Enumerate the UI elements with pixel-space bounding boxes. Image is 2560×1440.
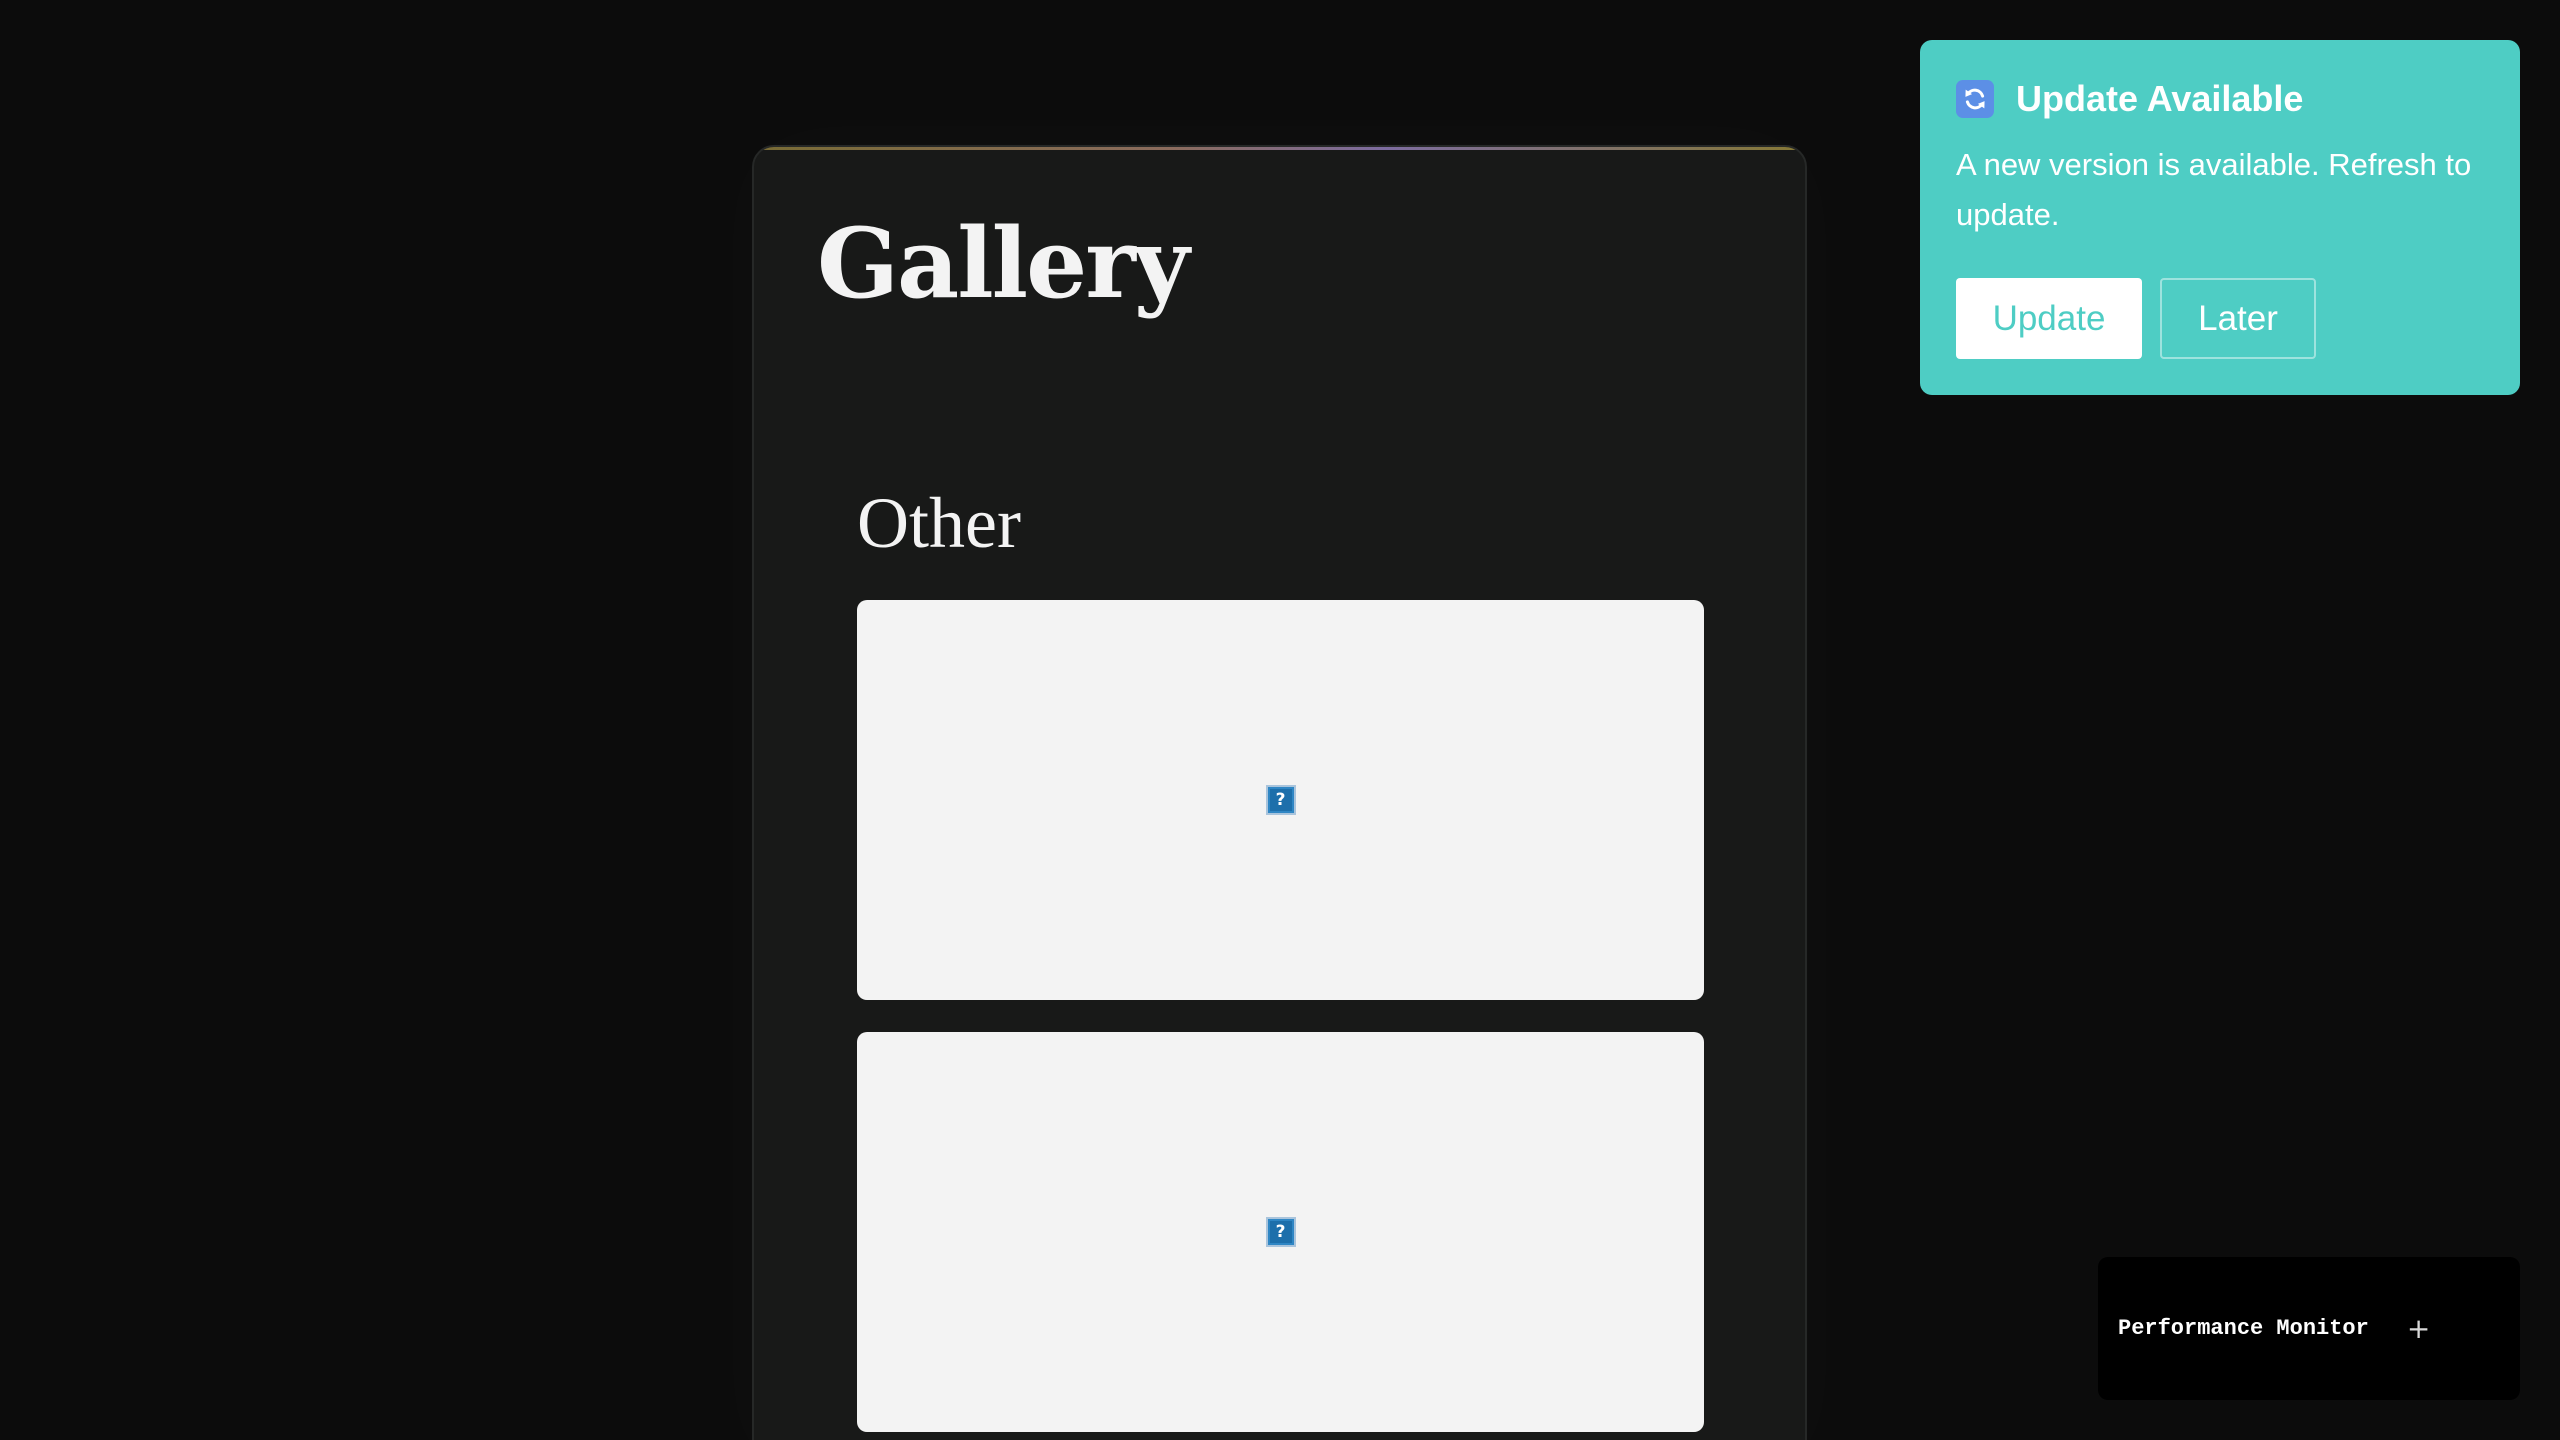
update-notification: Update Available A new version is availa… — [1920, 40, 2520, 395]
gallery-item[interactable]: ? — [857, 1032, 1704, 1432]
page: Gallery Other ? ? Update Available A new… — [0, 0, 2560, 1440]
broken-image-glyph: ? — [1269, 789, 1292, 811]
broken-image-icon: ? — [1265, 785, 1296, 815]
expand-icon[interactable]: + — [2407, 1314, 2430, 1343]
gradient-accent-line — [754, 147, 1805, 150]
later-button[interactable]: Later — [2160, 278, 2316, 359]
refresh-icon-glyph — [1965, 88, 1985, 110]
section-heading-other: Other — [857, 483, 1021, 563]
update-notification-message: A new version is available. Refresh to u… — [1956, 147, 2472, 232]
update-button[interactable]: Update — [1956, 278, 2142, 359]
page-title: Gallery — [817, 207, 1190, 320]
refresh-icon — [1956, 80, 1994, 118]
performance-monitor-panel: Performance Monitor + — [2098, 1257, 2520, 1400]
update-notification-header: Update Available — [1956, 76, 2484, 122]
broken-image-icon: ? — [1265, 1217, 1296, 1247]
update-notification-title: Update Available — [2016, 78, 2304, 119]
update-notification-actions: Update Later — [1956, 278, 2316, 359]
performance-monitor-title: Performance Monitor — [2118, 1316, 2369, 1341]
gallery-card: Gallery Other ? ? — [752, 145, 1807, 1440]
gallery-item[interactable]: ? — [857, 600, 1704, 1000]
broken-image-glyph: ? — [1269, 1221, 1292, 1243]
